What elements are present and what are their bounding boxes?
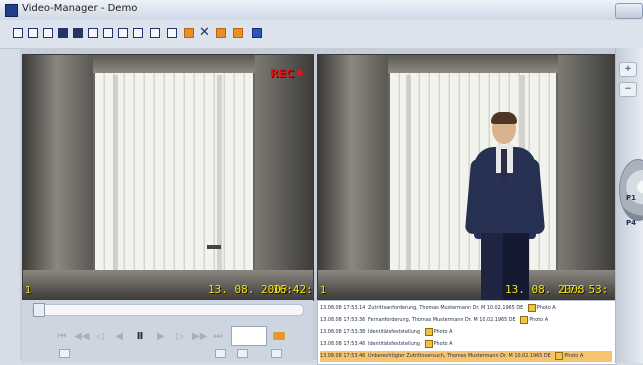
video-time: 16:42:36 (273, 283, 313, 296)
small-control-button[interactable] (237, 349, 248, 358)
preset-p1[interactable]: P1 (622, 191, 640, 205)
seek-slider[interactable] (32, 304, 304, 316)
person-tie (501, 149, 507, 181)
active-view-icon[interactable] (184, 28, 194, 38)
dock-icon[interactable] (133, 28, 143, 38)
step-back-icon[interactable]: ◁ (93, 332, 107, 342)
photo-link[interactable]: Photo A (424, 339, 452, 350)
door-frame-left (23, 55, 93, 300)
camera-view-left[interactable]: REC 1 13. 08. 2008 16:42:36 (22, 54, 314, 301)
monitor-icon[interactable] (88, 28, 98, 38)
preset-p4[interactable]: P4 (622, 216, 640, 230)
forward-icon[interactable]: ▶ (154, 332, 168, 342)
event-log-row[interactable]: 13.08.08 17:53:38 Identitätsfeststellung … (320, 327, 612, 338)
step-forward-icon[interactable]: ▷ (173, 332, 187, 342)
grid-2x2-icon[interactable] (28, 28, 38, 38)
event-log-row[interactable]: 13.08.08 17:53:36 Fernanforderung, Thomas… (320, 315, 612, 326)
door-frame-line (217, 75, 222, 285)
event-log-row[interactable]: 13.08.08 17:53:46 Identitätsfeststellung … (320, 339, 612, 350)
camera-number: 1 (25, 285, 32, 296)
zoom-in-icon[interactable]: + (619, 62, 637, 77)
network-icon[interactable]: ✕ (199, 26, 210, 39)
door-frame-right (558, 55, 616, 300)
person-hair (491, 112, 517, 124)
camera-view-right[interactable]: 1 13. 08. 2008 17: 53: 56 (317, 54, 617, 301)
photo-link[interactable]: Photo A (520, 315, 548, 326)
camera-number: 1 (320, 285, 327, 296)
small-control-button[interactable] (271, 349, 282, 358)
ptz-control-wheel[interactable] (619, 159, 643, 221)
photo-link[interactable]: Photo A (424, 327, 452, 338)
single-view-icon[interactable] (13, 28, 23, 38)
door-handle (207, 245, 221, 249)
skip-end-icon[interactable]: ⏭ (211, 332, 225, 342)
rewind-icon[interactable]: ◀ (112, 332, 126, 342)
camera-control-sidebar: + − P1 P4 (615, 48, 643, 363)
dual-view-icon[interactable] (233, 28, 243, 38)
person-in-doorway (464, 112, 546, 300)
door-frame-line (113, 75, 118, 285)
photo-link[interactable]: Photo A (527, 303, 556, 314)
door-frame-left (318, 55, 388, 300)
zoom-out-icon[interactable]: − (619, 82, 637, 97)
door-frame-line (406, 75, 411, 285)
small-control-button[interactable] (215, 349, 226, 358)
fullscreen-icon[interactable] (73, 28, 83, 38)
recording-indicator: REC (270, 67, 303, 80)
photo-icon (527, 303, 536, 312)
skip-start-icon[interactable]: ⏮ (55, 332, 69, 342)
door-frame-right (255, 55, 313, 300)
tools-icon[interactable] (167, 28, 177, 38)
photo-link[interactable]: Photo A (555, 351, 583, 362)
recording-dot-icon (297, 70, 303, 76)
photo-icon (424, 327, 433, 336)
split-screen-icon[interactable] (216, 28, 226, 38)
seek-thumb[interactable] (33, 303, 45, 317)
event-log: 13.08.08 17:53:14 Zutrittsanforderung, Th… (317, 300, 617, 365)
main-toolbar: ✕ (0, 20, 643, 49)
layout-icon[interactable] (118, 28, 128, 38)
previous-icon[interactable]: ◀◀ (74, 332, 89, 342)
search-icon[interactable] (150, 28, 160, 38)
photo-icon (555, 351, 564, 360)
speed-display[interactable] (231, 326, 267, 346)
title-bar: Video-Manager - Demo (0, 0, 643, 21)
window-control-button[interactable] (615, 3, 643, 19)
record-icon[interactable] (273, 332, 285, 340)
event-log-row-selected[interactable]: 13.08.08 17:53:46 Unberechtigter Zutritts… (320, 351, 612, 362)
grid-4x4-icon[interactable] (58, 28, 68, 38)
app-icon (5, 4, 18, 17)
next-icon[interactable]: ▶▶ (192, 332, 207, 342)
playback-controls: ⏮ ◀◀ ◁ ◀ Ⅱ ▶ ▷ ▶▶ ⏭ (22, 300, 313, 363)
photo-icon (424, 339, 433, 348)
photo-icon (520, 315, 529, 324)
camera-icon[interactable] (103, 28, 113, 38)
report-icon[interactable] (252, 28, 262, 38)
event-log-row[interactable]: 13.08.08 17:53:14 Zutrittsanforderung, Th… (320, 303, 612, 314)
video-time: 17: 53: 56 (562, 283, 616, 296)
grid-3x3-icon[interactable] (43, 28, 53, 38)
small-control-button[interactable] (59, 349, 70, 358)
glass-door (95, 73, 253, 270)
window-title: Video-Manager - Demo (22, 3, 138, 14)
pause-icon[interactable]: Ⅱ (133, 332, 147, 342)
